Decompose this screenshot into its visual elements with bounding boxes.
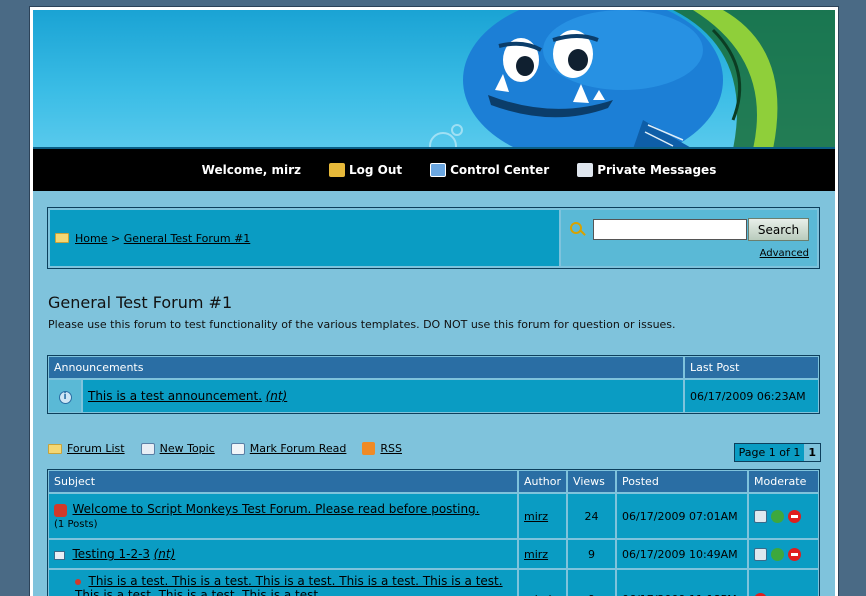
top-nav-bar: Welcome, mirz Log Out Control Center Pri… xyxy=(33,149,835,191)
topic-posted: 06/17/2009 07:01AM xyxy=(616,493,749,539)
private-messages-link[interactable]: Private Messages xyxy=(577,163,716,177)
forum-description: Please use this forum to test functional… xyxy=(48,318,676,331)
page-number-1[interactable]: 1 xyxy=(804,444,820,461)
merge-topic-icon[interactable] xyxy=(771,547,785,561)
mark-read-link[interactable]: Mark Forum Read xyxy=(230,442,347,455)
welcome-label: Welcome, mirz xyxy=(201,163,301,177)
delete-topic-icon[interactable] xyxy=(788,509,802,523)
forum-list-link[interactable]: Forum List xyxy=(48,442,125,455)
search-input[interactable] xyxy=(593,219,747,240)
page-title: General Test Forum #1 xyxy=(48,293,233,312)
announcement-link[interactable]: This is a test announcement. xyxy=(88,389,262,403)
breadcrumb-forum-link[interactable]: General Test Forum #1 xyxy=(124,232,251,245)
sticky-icon xyxy=(54,503,67,517)
logout-label: Log Out xyxy=(348,163,403,177)
table-row: Testing 1-2-3 (nt) mirz 9 06/17/2009 10:… xyxy=(48,539,819,569)
post-count: (1 Posts) xyxy=(54,518,98,530)
info-icon: i xyxy=(58,390,72,404)
mark-read-label: Mark Forum Read xyxy=(249,442,347,455)
table-row: This is a test. This is a test. This is … xyxy=(48,569,819,596)
rss-link[interactable]: RSS xyxy=(362,442,402,455)
moderate-cell xyxy=(748,539,819,569)
control-panel-icon xyxy=(430,163,447,177)
messages-icon xyxy=(577,163,594,177)
breadcrumb-separator: > xyxy=(110,231,121,245)
table-row: Welcome to Script Monkeys Test Forum. Pl… xyxy=(48,493,819,539)
topic-subject-cell: Welcome to Script Monkeys Test Forum. Pl… xyxy=(48,493,518,539)
announcements-table: Announcements Last Post i This is a test… xyxy=(47,355,820,414)
announcement-subject: This is a test announcement. (nt) xyxy=(82,379,684,413)
delete-topic-icon[interactable] xyxy=(788,547,802,561)
subject-header: Subject xyxy=(48,470,518,493)
topics-table: Subject Author Views Posted Moderate Wel… xyxy=(47,469,820,596)
advanced-search-link[interactable]: Advanced xyxy=(760,248,809,259)
announcement-last-post: 06/17/2009 06:23AM xyxy=(684,379,819,413)
welcome-text: Welcome, mirz xyxy=(202,163,301,177)
topic-tag[interactable]: (nt) xyxy=(154,547,176,561)
reply-bullet-icon xyxy=(75,579,81,585)
topic-link[interactable]: This is a test. This is a test. This is … xyxy=(75,574,503,596)
topic-link[interactable]: Testing 1-2-3 xyxy=(73,547,151,561)
magnifier-icon xyxy=(570,222,582,234)
breadcrumb-home-link[interactable]: Home xyxy=(75,232,107,245)
pagination: Page 1 of 1 1 xyxy=(733,443,821,462)
folder-icon xyxy=(48,443,62,454)
forum-toolbar: Forum List New Topic Mark Forum Read RSS xyxy=(48,442,402,455)
topic-views: 24 xyxy=(567,493,617,539)
topic-icon xyxy=(54,550,65,560)
rss-icon xyxy=(362,442,376,455)
folder-icon xyxy=(55,233,69,243)
forum-container: Welcome, mirz Log Out Control Center Pri… xyxy=(33,10,835,596)
breadcrumb: Home > General Test Forum #1 xyxy=(50,210,559,266)
control-center-label: Control Center xyxy=(450,163,550,177)
forum-list-label: Forum List xyxy=(67,442,125,455)
control-center-link[interactable]: Control Center xyxy=(430,163,549,177)
topic-posted: 06/17/2009 11:18PM xyxy=(616,569,749,596)
move-topic-icon[interactable] xyxy=(754,547,768,561)
announcements-header: Announcements xyxy=(48,356,684,379)
topic-author-link[interactable]: mirz xyxy=(524,548,548,561)
private-messages-label: Private Messages xyxy=(597,163,717,177)
search-button[interactable]: Search xyxy=(748,218,809,241)
topic-views: 9 xyxy=(567,569,617,596)
merge-topic-icon[interactable] xyxy=(771,509,785,523)
author-header: Author xyxy=(518,470,568,493)
topic-subject-cell: Testing 1-2-3 (nt) xyxy=(48,539,518,569)
new-topic-link[interactable]: New Topic xyxy=(140,442,215,455)
topic-views: 9 xyxy=(567,539,617,569)
site-banner xyxy=(33,10,835,149)
views-header: Views xyxy=(567,470,617,493)
moderate-cell xyxy=(748,569,819,596)
page-indicator: Page 1 of 1 xyxy=(734,444,805,461)
announcement-row: i This is a test announcement. (nt) 06/1… xyxy=(48,379,819,413)
rss-label: RSS xyxy=(380,442,403,455)
moderate-header: Moderate xyxy=(748,470,819,493)
topic-author-link[interactable]: mirz xyxy=(524,510,548,523)
search-panel: Search Advanced xyxy=(561,210,817,266)
mark-read-icon xyxy=(230,442,245,455)
topic-link[interactable]: Welcome to Script Monkeys Test Forum. Pl… xyxy=(73,502,480,516)
info-icon-cell: i xyxy=(48,379,82,413)
topic-subject-cell: This is a test. This is a test. This is … xyxy=(48,569,518,596)
logout-link[interactable]: Log Out xyxy=(328,163,403,177)
posted-header: Posted xyxy=(616,470,749,493)
key-icon xyxy=(328,163,345,177)
moderate-cell xyxy=(748,493,819,539)
last-post-header: Last Post xyxy=(684,356,819,379)
move-topic-icon[interactable] xyxy=(754,509,768,523)
fish-mascot-logo xyxy=(463,10,835,147)
new-topic-label: New Topic xyxy=(159,442,215,455)
breadcrumb-search-panel: Home > General Test Forum #1 Search Adva… xyxy=(47,207,820,269)
announcement-tag[interactable]: (nt) xyxy=(266,389,288,403)
topic-posted: 06/17/2009 10:49AM xyxy=(616,539,749,569)
page-frame: Welcome, mirz Log Out Control Center Pri… xyxy=(29,6,839,596)
new-topic-icon xyxy=(140,442,155,455)
